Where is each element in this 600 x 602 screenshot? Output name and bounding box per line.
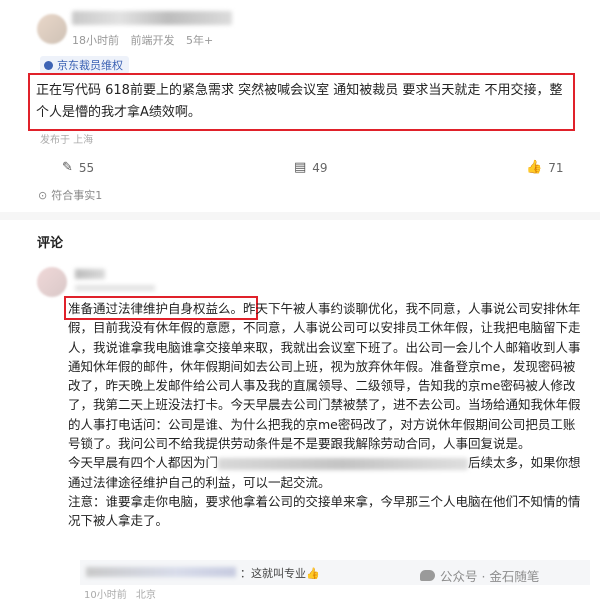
post-time: 18小时前	[72, 34, 119, 47]
topic-tag-label: 京东裁员维权	[57, 59, 123, 72]
watermark: 公众号 · 金石随笔	[420, 566, 539, 585]
thumbs-up-icon: 👍	[526, 160, 543, 175]
comment-count: 49	[312, 160, 328, 175]
author-name-redacted[interactable]	[72, 11, 232, 25]
post-meta: 18小时前 前端开发 5年+	[72, 32, 221, 48]
edit-stat[interactable]: ✎ 55	[62, 160, 94, 175]
edit-count: 55	[78, 160, 95, 175]
comment-body: 准备通过法律维护自身权益么。昨天下午被人事约谈聊优化，我不同意，人事说公司安排休…	[68, 299, 586, 531]
comment-paragraph-1: 准备通过法律维护自身权益么。昨天下午被人事约谈聊优化，我不同意，人事说公司安排休…	[68, 301, 581, 452]
reply-meta: 10小时前 北京	[84, 586, 162, 601]
comment-icon: ▤	[294, 160, 307, 175]
comment-paragraph-2: 今天早晨有四个人都因为门 后续太多，如果你想通过法律途径维护自己的利益，可以一起交…	[68, 455, 581, 490]
topic-tag[interactable]: 京东裁员维权	[40, 56, 129, 74]
fact-vote-label: 符合事实1	[51, 189, 103, 202]
posted-location: 发布于 上海	[40, 135, 94, 146]
author-avatar[interactable]	[37, 14, 67, 44]
redacted-text	[218, 457, 469, 470]
author-role: 前端开发	[130, 34, 175, 47]
tag-icon	[44, 60, 53, 70]
wechat-icon	[420, 570, 435, 581]
post-body: 正在写代码 618前要上的紧急需求 突然被喊会议室 通知被裁员 要求当天就走 不…	[36, 83, 563, 120]
reply-text: ：这就叫专业👍	[240, 567, 320, 580]
reply-time: 10小时前	[84, 590, 127, 601]
like-stat[interactable]: 👍 71	[526, 160, 563, 175]
reply-location: 北京	[135, 590, 156, 601]
comment-stat[interactable]: ▤ 49	[294, 160, 328, 175]
section-divider	[0, 212, 600, 220]
commenter-avatar[interactable]	[37, 267, 67, 297]
edit-icon: ✎	[62, 160, 73, 175]
watermark-text: 公众号 · 金石随笔	[440, 569, 540, 584]
commenter-name-redacted[interactable]	[75, 269, 105, 279]
reply-author-redacted[interactable]	[86, 567, 236, 577]
check-icon: ⊙	[38, 188, 48, 202]
fact-vote[interactable]: ⊙ 符合事实1	[38, 187, 102, 203]
comment-paragraph-3: 注意：谁要拿走你电脑，要求他拿着公司的交接单来拿，今早那三个人电脑在他们不知情的…	[68, 493, 581, 529]
commenter-meta-redacted	[75, 285, 155, 291]
comments-heading: 评论	[37, 236, 64, 251]
author-years: 5年+	[186, 34, 214, 47]
like-count: 71	[548, 160, 564, 175]
